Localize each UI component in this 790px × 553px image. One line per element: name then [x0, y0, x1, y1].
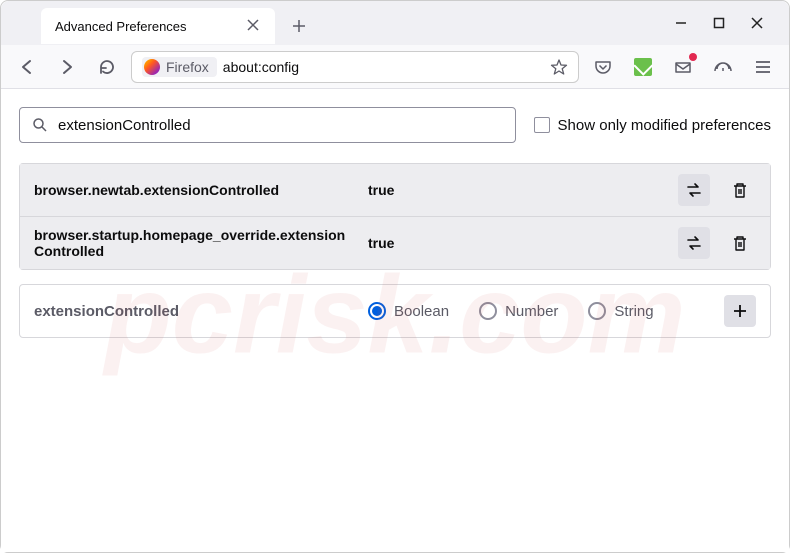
window-minimize-button[interactable]	[671, 13, 691, 33]
show-modified-checkbox[interactable]: Show only modified preferences	[534, 117, 771, 134]
radio-icon	[479, 302, 497, 320]
radio-icon	[588, 302, 606, 320]
radio-number[interactable]: Number	[479, 302, 558, 320]
radio-string[interactable]: String	[588, 302, 653, 320]
url-text: about:config	[223, 59, 299, 75]
identity-label: Firefox	[166, 59, 209, 75]
tab-close-button[interactable]	[247, 19, 261, 33]
identity-box[interactable]: Firefox	[142, 57, 217, 77]
checkbox-icon	[534, 117, 550, 133]
back-button[interactable]	[11, 51, 43, 83]
tab-title: Advanced Preferences	[55, 19, 187, 34]
radio-boolean[interactable]: Boolean	[368, 302, 449, 320]
preference-list: browser.newtab.extensionControlled true …	[19, 163, 771, 270]
type-radio-group: Boolean Number String	[368, 302, 710, 320]
content-area: Show only modified preferences browser.n…	[1, 89, 789, 552]
toggle-button[interactable]	[678, 227, 710, 259]
window-close-button[interactable]	[747, 13, 767, 33]
search-icon	[32, 117, 48, 133]
preference-row[interactable]: browser.newtab.extensionControlled true	[20, 164, 770, 216]
preference-name: browser.newtab.extensionControlled	[34, 182, 354, 198]
account-icon[interactable]	[667, 51, 699, 83]
firefox-icon	[144, 59, 160, 75]
toggle-button[interactable]	[678, 174, 710, 206]
preference-value: true	[368, 182, 664, 198]
bookmark-star-icon[interactable]	[550, 58, 568, 76]
extension-icon[interactable]	[627, 51, 659, 83]
menu-button[interactable]	[747, 51, 779, 83]
add-button[interactable]	[724, 295, 756, 327]
preference-name: browser.startup.homepage_override.extens…	[34, 227, 354, 259]
browser-toolbar: Firefox about:config	[1, 45, 789, 89]
radio-icon	[368, 302, 386, 320]
new-preference-name: extensionControlled	[34, 303, 354, 320]
titlebar: Advanced Preferences	[1, 1, 789, 45]
preference-search-box[interactable]	[19, 107, 516, 143]
preference-search-input[interactable]	[58, 117, 503, 134]
protections-icon[interactable]	[707, 51, 739, 83]
forward-button[interactable]	[51, 51, 83, 83]
preference-value: true	[368, 235, 664, 251]
new-preference-row: extensionControlled Boolean Number Strin…	[19, 284, 771, 338]
delete-button[interactable]	[724, 227, 756, 259]
new-tab-button[interactable]	[285, 12, 313, 40]
pocket-icon[interactable]	[587, 51, 619, 83]
delete-button[interactable]	[724, 174, 756, 206]
browser-tab[interactable]: Advanced Preferences	[41, 8, 275, 44]
window-maximize-button[interactable]	[709, 13, 729, 33]
url-bar[interactable]: Firefox about:config	[131, 51, 579, 83]
reload-button[interactable]	[91, 51, 123, 83]
notification-badge	[689, 53, 697, 61]
show-modified-label: Show only modified preferences	[558, 117, 771, 134]
preference-row[interactable]: browser.startup.homepage_override.extens…	[20, 216, 770, 269]
